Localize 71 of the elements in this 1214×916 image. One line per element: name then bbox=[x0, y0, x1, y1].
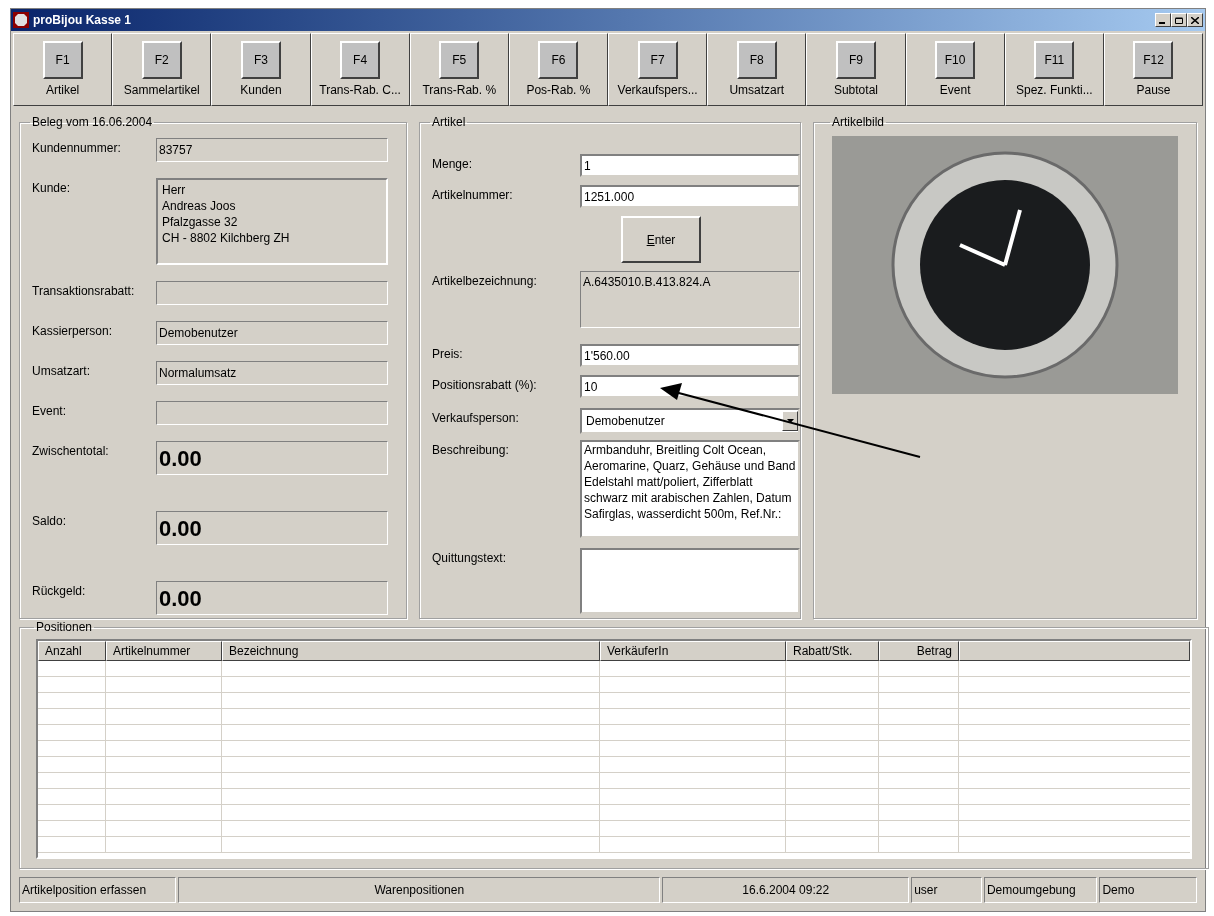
readonly-field[interactable]: 83757 bbox=[156, 138, 388, 162]
field-label: Event: bbox=[32, 403, 68, 420]
dropdown-field[interactable]: Demobenutzer bbox=[580, 408, 800, 434]
function-key-button[interactable]: F5 Trans-Rab. % bbox=[409, 33, 509, 106]
readonly-field[interactable] bbox=[156, 281, 388, 305]
status-bar-panel: Warenpositionen bbox=[178, 877, 661, 903]
close-button[interactable] bbox=[1187, 13, 1203, 27]
app-logo-icon bbox=[13, 12, 29, 28]
column-header[interactable]: Artikelnummer bbox=[106, 641, 222, 661]
status-bar-panel: Demoumgebung bbox=[983, 877, 1098, 903]
column-header[interactable]: Bezeichnung bbox=[222, 641, 600, 661]
column-header[interactable]: Rabatt/Stk. bbox=[786, 641, 879, 661]
status-bar-panel: Demo bbox=[1099, 877, 1197, 903]
column-header[interactable]: Anzahl bbox=[38, 641, 106, 661]
column-header[interactable]: Betrag bbox=[879, 641, 959, 661]
function-key-button[interactable]: F1 Artikel bbox=[13, 33, 113, 106]
readonly-field[interactable]: Demobenutzer bbox=[156, 321, 388, 345]
function-key-button[interactable]: F8 Umsatzart bbox=[707, 33, 807, 106]
total-field[interactable]: 0.00 bbox=[156, 581, 388, 615]
readonly-field[interactable]: Normalumsatz bbox=[156, 361, 388, 385]
field-label: Rückgeld: bbox=[32, 583, 87, 600]
field-label: Kassierperson: bbox=[32, 323, 114, 340]
total-field[interactable]: 0.00 bbox=[156, 511, 388, 545]
group-title: Beleg vom 16.06.2004 bbox=[31, 114, 154, 130]
function-key-button[interactable]: F6 Pos-Rab. % bbox=[508, 33, 609, 106]
field-label: Verkaufsperson: bbox=[432, 410, 520, 427]
field-label: Kundennummer: bbox=[32, 140, 122, 157]
field-label: Saldo: bbox=[32, 513, 68, 530]
field-label: Transaktionsrabatt: bbox=[32, 283, 136, 300]
function-key-button[interactable]: F12 Pause bbox=[1103, 33, 1204, 106]
input-field[interactable]: 1251.000 bbox=[580, 185, 800, 208]
field-label: Artikelnummer: bbox=[432, 187, 514, 204]
function-key-button[interactable]: F4 Trans-Rab. C... bbox=[310, 33, 410, 106]
field-label: Quittungstext: bbox=[432, 550, 508, 567]
function-key-button[interactable]: F2 Sammelartikel bbox=[112, 33, 212, 106]
text-area[interactable] bbox=[580, 548, 800, 614]
field-label: Positionsrabatt (%): bbox=[432, 377, 538, 394]
dropdown-arrow-icon bbox=[786, 419, 794, 423]
input-field[interactable]: 1 bbox=[580, 154, 800, 177]
field-label: Umsatzart: bbox=[32, 363, 91, 380]
readonly-field[interactable]: Herr Andreas Joos Pfalzgasse 32 CH - 8802 Kilchberg ZH bbox=[156, 178, 388, 265]
minimize-button[interactable] bbox=[1155, 13, 1171, 27]
total-field[interactable]: 0.00 bbox=[156, 441, 388, 475]
column-header[interactable]: VerkäuferIn bbox=[600, 641, 786, 661]
readonly-field[interactable] bbox=[156, 401, 388, 425]
window-title: proBijou Kasse 1 bbox=[33, 12, 133, 28]
close-icon bbox=[1191, 16, 1199, 24]
function-key-button[interactable]: F9 Subtotal bbox=[806, 33, 906, 106]
group-title: Artikelbild bbox=[831, 114, 886, 130]
enter-button[interactable]: Enter bbox=[621, 216, 701, 263]
readonly-field: A.6435010.B.413.824.A bbox=[580, 271, 800, 328]
function-key-button[interactable]: F10 Event bbox=[905, 33, 1005, 106]
text-area[interactable]: Armbanduhr, Breitling Colt Ocean, Aeromarine, Quarz, Gehäuse und Band Edelstahl matt/poliert, Zifferblatt schwarz mit arabischen Zahlen, Datum Safirglas, wasserdicht 500m, Ref.Nr.: bbox=[580, 440, 800, 538]
field-label: Artikelbezeichnung: bbox=[432, 273, 538, 290]
status-bar-panel: 16.6.2004 09:22 bbox=[662, 877, 910, 903]
status-bar-panel: user bbox=[911, 877, 982, 903]
field-label: Zwischentotal: bbox=[32, 443, 110, 460]
function-key-button[interactable]: F11 Spez. Funkti... bbox=[1004, 33, 1104, 106]
field-label: Beschreibung: bbox=[432, 442, 510, 459]
field-label: Menge: bbox=[432, 156, 474, 173]
maximize-icon bbox=[1175, 16, 1183, 24]
input-field[interactable]: 10 bbox=[580, 375, 800, 398]
status-bar-panel: Artikelposition erfassen bbox=[19, 877, 177, 903]
group-title: Artikel bbox=[431, 114, 467, 130]
function-key-button[interactable]: F7 Verkaufspers... bbox=[608, 33, 708, 106]
input-field[interactable]: 1'560.00 bbox=[580, 344, 800, 367]
maximize-button[interactable] bbox=[1171, 13, 1187, 27]
field-label: Preis: bbox=[432, 346, 464, 363]
field-label: Kunde: bbox=[32, 180, 72, 197]
function-key-button[interactable]: F3 Kunden bbox=[211, 33, 311, 106]
group-title: Positionen bbox=[35, 619, 94, 635]
